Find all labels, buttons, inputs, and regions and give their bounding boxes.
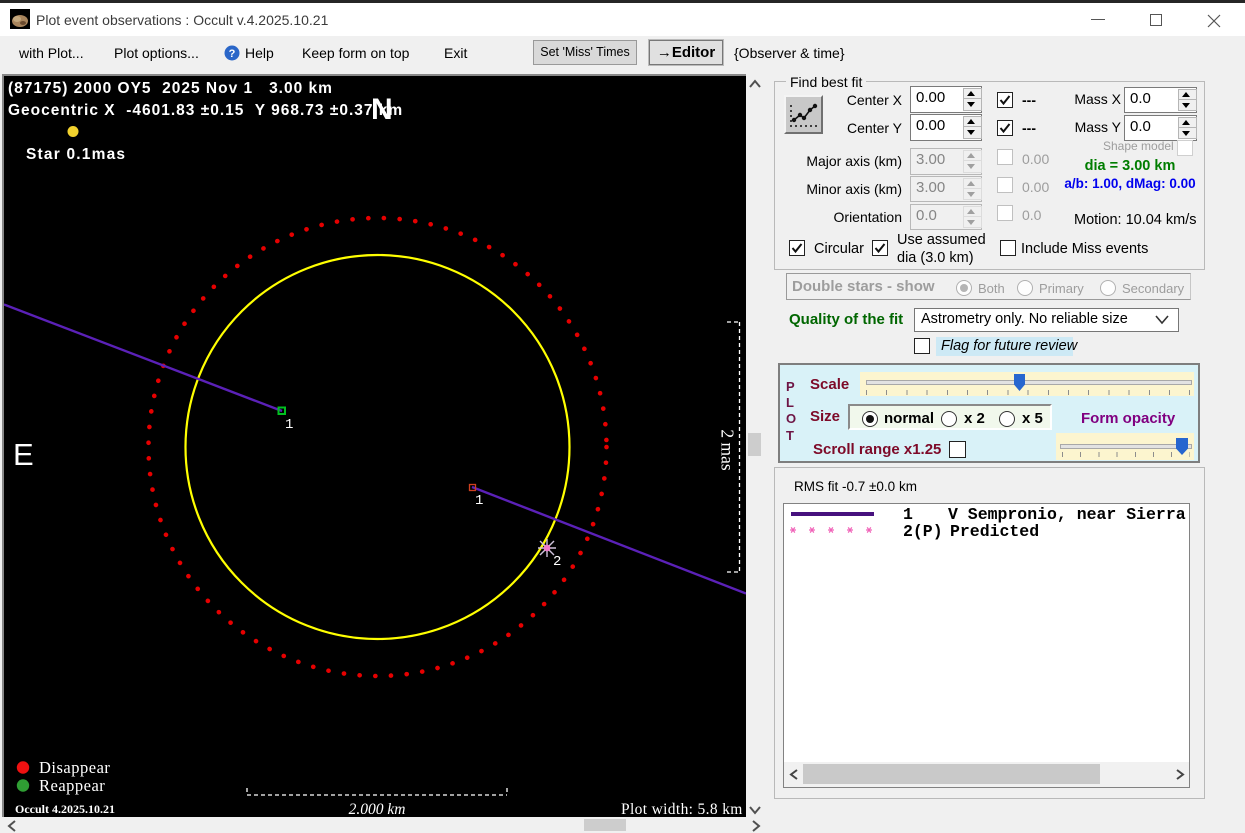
svg-text:Occult 4.2025.10.21: Occult 4.2025.10.21	[15, 802, 115, 816]
svg-text:Star 0.1mas: Star 0.1mas	[26, 146, 126, 163]
svg-text:1: 1	[475, 493, 483, 509]
svg-text:2.000 km: 2.000 km	[349, 801, 406, 817]
svg-text:2 mas: 2 mas	[718, 429, 738, 471]
svg-text:Geocentric X -4601.83 ±0.15: Geocentric X -4601.83 ±0.15 Y 968.73 ±0.…	[8, 102, 403, 119]
svg-text:(87175) 2000 OY5 2025 Nov 1: (87175) 2000 OY5 2025 Nov 1 3.00 km	[8, 80, 333, 97]
svg-text:?: ?	[229, 48, 236, 60]
svg-text:1: 1	[285, 417, 293, 433]
svg-text:Disappear: Disappear	[39, 758, 110, 777]
svg-text:N: N	[371, 93, 393, 126]
svg-text:Plot width: 5.8 km: Plot width: 5.8 km	[621, 801, 743, 817]
svg-text:2: 2	[553, 554, 561, 570]
svg-text:Reappear: Reappear	[39, 776, 105, 795]
svg-text:E: E	[13, 437, 34, 472]
